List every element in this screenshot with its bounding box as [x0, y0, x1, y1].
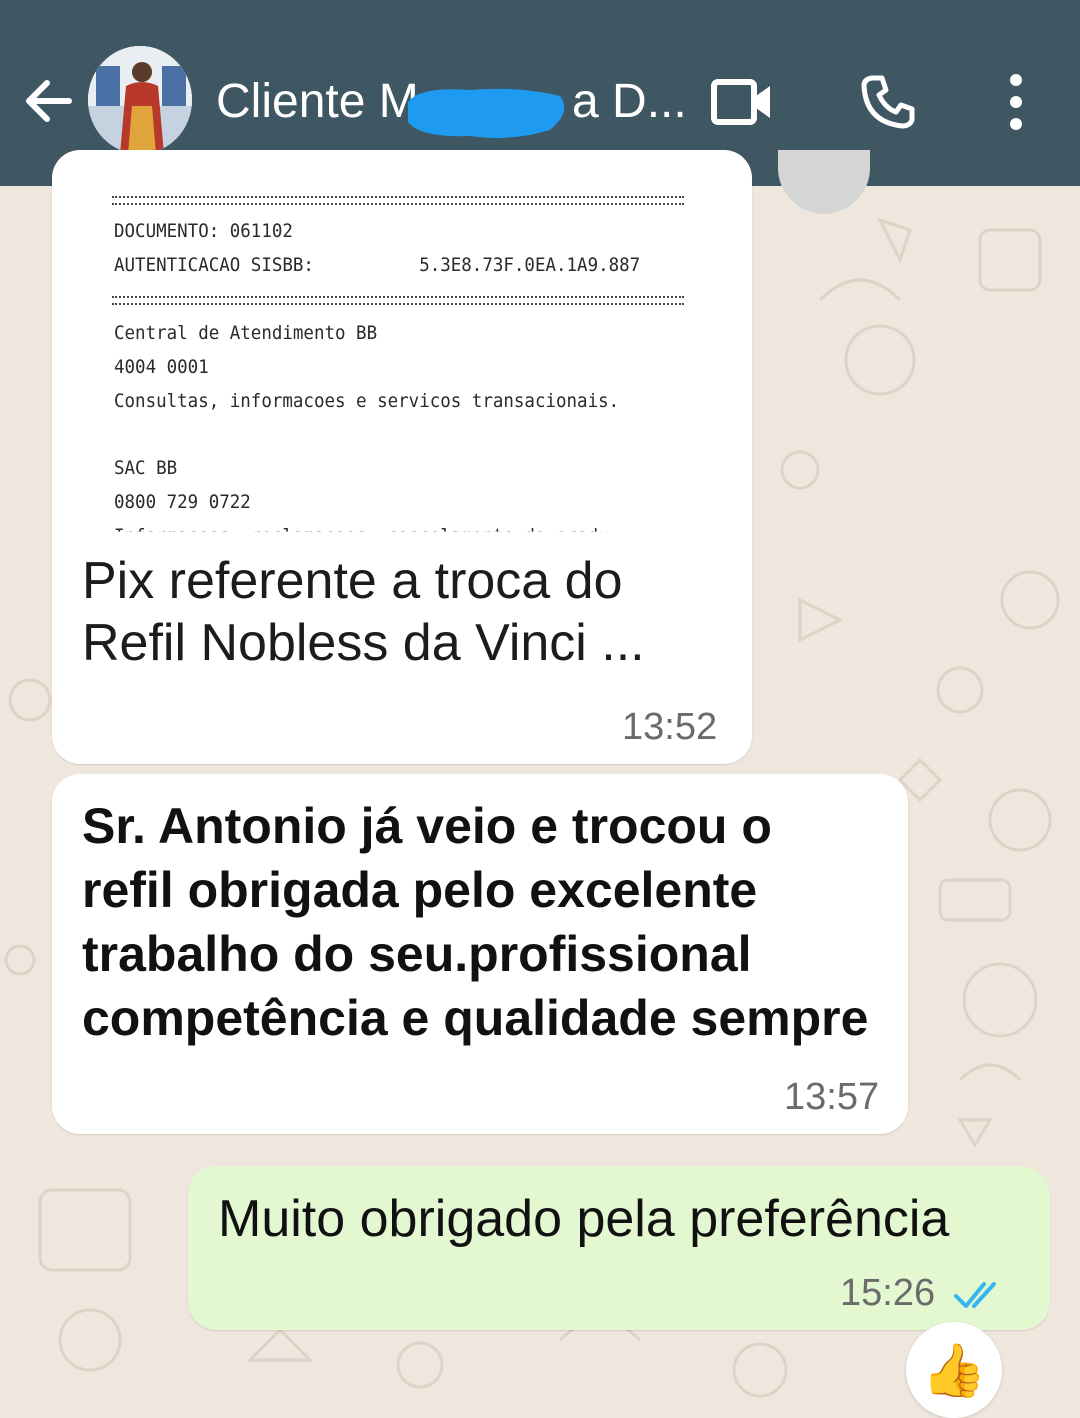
video-camera-icon	[711, 79, 770, 125]
receipt-line: AUTENTICACAO SISBB: 5.3E8.73F.0EA.1A9.88…	[114, 254, 641, 276]
contact-name-tail[interactable]: a D...	[572, 70, 687, 134]
thumbs-up-reaction[interactable]: 👍	[906, 1322, 1002, 1418]
read-receipt-icon	[954, 1282, 996, 1308]
receipt-line: Informacoes, reclamacoes, cancelamento d…	[114, 525, 609, 547]
message-time: 15:26	[840, 1272, 936, 1314]
receipt-divider	[112, 296, 684, 305]
receipt-line: Consultas, informacoes e servicos transa…	[114, 390, 620, 412]
receipt-line: 0800 729 0722	[114, 491, 251, 513]
avatar-image	[88, 46, 192, 154]
image-caption: Pix referente a troca do Refil Nobless d…	[82, 550, 645, 674]
receipt-line: 4004 0001	[114, 356, 209, 378]
arrow-left-icon	[26, 80, 72, 122]
receipt-line: DOCUMENTO: 061102	[114, 220, 293, 242]
incoming-image-message[interactable]: DOCUMENTO: 061102 AUTENTICACAO SISBB: 5.…	[52, 150, 752, 764]
contact-avatar[interactable]	[88, 46, 192, 154]
message-text: Sr. Antonio já veio e trocou o refil obr…	[82, 798, 869, 1046]
receipt-line: SAC BB	[114, 457, 178, 479]
back-button[interactable]	[16, 68, 82, 134]
more-vertical-icon	[1010, 74, 1022, 130]
message-time: 13:52	[622, 706, 718, 748]
phone-icon	[861, 75, 915, 129]
message-text: Muito obrigado pela preferência	[218, 1190, 950, 1248]
thumbs-up-icon: 👍	[921, 1341, 987, 1400]
message-time: 13:57	[784, 1076, 880, 1118]
caption-line: Pix referente a troca do	[82, 552, 623, 610]
redaction-mark	[408, 88, 565, 138]
incoming-text-message[interactable]: Sr. Antonio já veio e trocou o refil obr…	[52, 774, 908, 1134]
voice-call-button[interactable]	[852, 66, 924, 138]
video-call-button[interactable]	[706, 66, 778, 138]
more-options-button[interactable]	[980, 66, 1052, 138]
receipt-divider	[112, 196, 684, 205]
receipt-line: Central de Atendimento BB	[114, 322, 378, 344]
caption-line: Refil Nobless da Vinci ...	[82, 614, 645, 672]
outgoing-text-message[interactable]: Muito obrigado pela preferência 15:26	[188, 1166, 1050, 1330]
